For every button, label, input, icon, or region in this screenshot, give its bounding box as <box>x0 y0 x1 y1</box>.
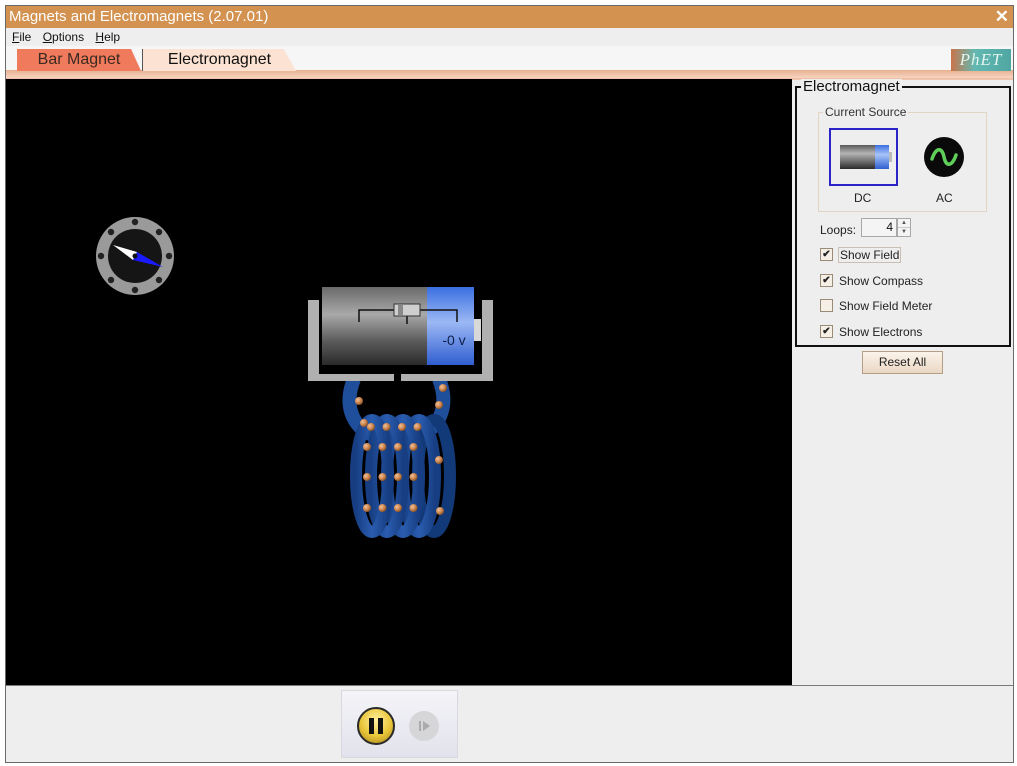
electron <box>363 443 371 451</box>
reset-all-button[interactable]: Reset All <box>862 351 943 374</box>
electron <box>378 443 387 451</box>
show-field-meter-check[interactable] <box>820 299 833 312</box>
ac-sine-icon <box>924 137 964 177</box>
tab-bar-magnet[interactable]: Bar Magnet <box>17 49 141 71</box>
menu-help-label: elp <box>104 30 121 44</box>
battery-positive-end <box>427 287 474 365</box>
tab-bar: Bar Magnet Electromagnet PhET <box>6 46 1013 80</box>
electron <box>363 473 371 481</box>
show-field-check[interactable]: ✔ <box>820 248 833 261</box>
loops-label: Loops: <box>820 223 857 237</box>
menu-file-label: ile <box>19 30 32 44</box>
battery-left-post <box>308 300 319 380</box>
electron <box>363 504 371 512</box>
electron <box>382 423 391 431</box>
electron <box>435 456 443 464</box>
menu-help-mnemonic: H <box>95 30 105 44</box>
loops-decrement-button[interactable]: ▼ <box>898 228 910 237</box>
title-bar: Magnets and Electromagnets (2.07.01) ✕ <box>6 6 1013 28</box>
show-field-label: Show Field <box>838 247 902 263</box>
loops-increment-button[interactable]: ▲ <box>898 219 910 228</box>
battery-terminal <box>473 319 481 341</box>
battery-body <box>322 287 428 365</box>
dc-label: DC <box>854 191 872 205</box>
ac-label: AC <box>936 191 953 205</box>
show-field-meter-label: Show Field Meter <box>839 299 933 313</box>
menu-bar: File Options Help <box>6 28 1013 46</box>
electron <box>367 423 375 431</box>
electron <box>394 504 402 512</box>
battery-icon <box>840 145 892 169</box>
ac-source-button[interactable] <box>923 136 965 178</box>
electron <box>409 443 418 451</box>
compass[interactable] <box>96 217 174 295</box>
electromagnet-group-title: Electromagnet <box>801 78 902 95</box>
simulation-canvas[interactable]: -0 v <box>6 79 792 685</box>
battery-right-post <box>482 300 493 380</box>
control-panel: Electromagnet Current Source DC AC Loops… <box>794 79 1013 685</box>
menu-help[interactable]: Help <box>95 28 120 46</box>
electron <box>378 473 387 481</box>
electron <box>435 401 443 409</box>
tab-electromagnet[interactable]: Electromagnet <box>142 49 296 71</box>
close-icon[interactable]: ✕ <box>995 6 1009 28</box>
voltage-slider-knob-grip <box>398 305 403 315</box>
tab-bar-strip <box>6 70 1013 78</box>
step-button[interactable] <box>409 711 439 741</box>
electron <box>355 397 363 405</box>
show-compass-label: Show Compass <box>839 274 924 288</box>
current-source-title: Current Source <box>823 105 909 119</box>
menu-file-mnemonic: F <box>12 30 20 44</box>
voltage-slider-knob[interactable] <box>393 303 421 317</box>
battery-right-rail <box>401 374 493 381</box>
electron <box>413 423 422 431</box>
current-source-group: Current Source DC AC <box>818 105 987 212</box>
electromagnet-group: Electromagnet Current Source DC AC Loops… <box>795 79 1011 347</box>
electron <box>394 443 402 451</box>
menu-options-mnemonic: O <box>42 30 53 44</box>
show-electrons-label: Show Electrons <box>839 325 923 339</box>
menu-options[interactable]: Options <box>43 28 84 46</box>
electron <box>360 419 368 427</box>
electron <box>394 473 402 481</box>
electron <box>439 384 447 392</box>
show-electrons-check[interactable]: ✔ <box>820 325 833 338</box>
compass-pivot <box>132 253 138 259</box>
electron <box>409 504 418 512</box>
clock-control-panel <box>341 690 458 758</box>
battery-voltage-label: -0 v <box>442 332 465 348</box>
pause-button[interactable] <box>357 707 395 745</box>
loops-input[interactable]: 4 <box>861 218 897 237</box>
phet-logo: PhET <box>951 49 1011 71</box>
battery[interactable]: -0 v <box>308 287 493 381</box>
app-window: Magnets and Electromagnets (2.07.01) ✕ F… <box>5 5 1014 763</box>
electron <box>409 473 418 481</box>
electron <box>378 504 387 512</box>
menu-file[interactable]: File <box>12 28 31 46</box>
menu-options-label: ptions <box>52 30 85 44</box>
electron <box>436 507 444 515</box>
electron <box>398 423 406 431</box>
battery-left-rail <box>308 374 394 381</box>
dc-source-button[interactable] <box>829 128 898 186</box>
window-title: Magnets and Electromagnets (2.07.01) <box>9 8 269 25</box>
simulation-scene: -0 v <box>96 217 493 538</box>
show-compass-check[interactable]: ✔ <box>820 274 833 287</box>
clock-control-area <box>6 685 1013 762</box>
loops-spinner[interactable]: ▲ ▼ <box>897 218 911 237</box>
